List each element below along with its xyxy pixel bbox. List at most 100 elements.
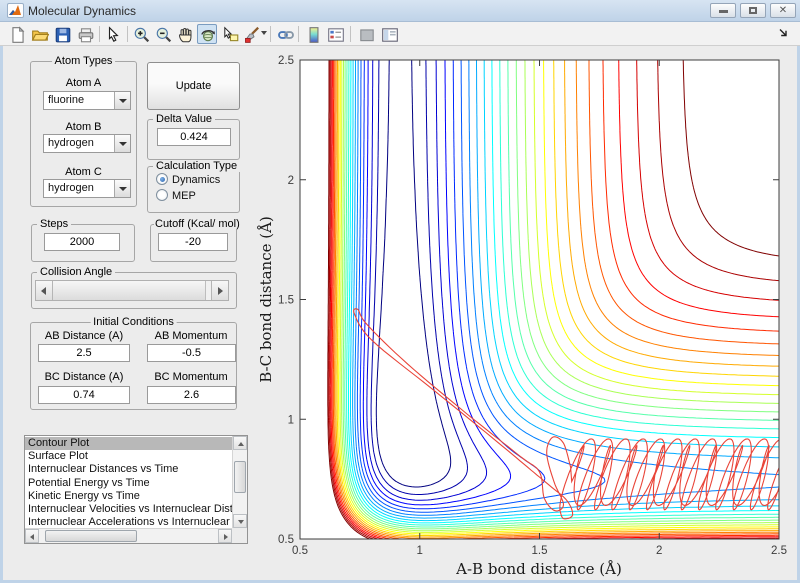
edit-plot-button[interactable] [103, 24, 123, 44]
scroll-up-icon[interactable] [233, 436, 247, 450]
toolbar-separator [298, 26, 299, 42]
close-button[interactable]: ✕ [770, 3, 796, 18]
pan-button[interactable] [175, 24, 195, 44]
dynamics-radio[interactable] [156, 173, 168, 185]
minimize-button[interactable] [710, 3, 736, 18]
window-title: Molecular Dynamics [28, 4, 137, 18]
dynamics-radio-label: Dynamics [172, 174, 221, 186]
x-tick-label: 0.5 [292, 545, 308, 557]
list-item[interactable]: Internuclear Velocities vs Internuclear … [25, 503, 232, 516]
link-plots-button[interactable] [275, 24, 295, 44]
figure-toolbar [0, 22, 800, 46]
save-icon [55, 27, 71, 43]
list-item[interactable]: Contour Plot [25, 437, 232, 451]
slider-thumb[interactable] [53, 281, 206, 300]
rotate-3d-button[interactable] [197, 24, 217, 44]
show-plot-tools-icon [382, 28, 398, 42]
chevron-down-icon[interactable] [114, 92, 130, 109]
mep-radio[interactable] [156, 189, 168, 201]
vertical-scroll-thumb[interactable] [234, 461, 246, 493]
minimize-icon [718, 10, 728, 13]
ab-momentum-field[interactable] [147, 344, 236, 362]
list-item[interactable]: Potential Energy vs Time [25, 477, 232, 490]
maximize-icon [749, 7, 757, 14]
print-icon [78, 28, 94, 43]
slider-right-arrow-icon[interactable] [211, 281, 228, 300]
zoom-in-button[interactable] [131, 24, 151, 44]
toolbar-separator [270, 26, 271, 42]
insert-colorbar-button[interactable] [303, 24, 323, 44]
scroll-left-icon[interactable] [25, 529, 39, 543]
list-item[interactable]: Surface Plot [25, 450, 232, 463]
plot-type-list: Contour Plot Surface Plot Internuclear D… [25, 437, 232, 528]
y-tick-label: 1.5 [278, 295, 294, 307]
horizontal-scrollbar[interactable] [25, 528, 232, 543]
atom-b-dropdown[interactable]: hydrogen [43, 134, 131, 153]
brush-dropdown-caret[interactable] [261, 31, 267, 35]
brush-icon [245, 26, 259, 43]
ab-momentum-label: AB Momentum [154, 330, 228, 342]
chevron-down-icon[interactable] [114, 135, 130, 152]
hide-plot-tools-button[interactable] [356, 24, 376, 44]
scrollbar-corner [232, 528, 247, 543]
pan-icon [179, 27, 192, 43]
hide-plot-tools-icon [360, 29, 374, 42]
ab-distance-field[interactable] [38, 344, 130, 362]
atom-c-value: hydrogen [48, 182, 94, 194]
rotate-3d-icon [201, 30, 215, 42]
initial-conditions-title: Initial Conditions [90, 316, 177, 328]
titlebar[interactable]: Molecular Dynamics ✕ [0, 0, 800, 22]
atom-a-label: Atom A [65, 77, 102, 89]
delta-value-title: Delta Value [153, 113, 216, 125]
steps-title: Steps [37, 218, 72, 230]
bc-distance-field[interactable] [38, 386, 130, 404]
scroll-right-icon[interactable] [218, 529, 232, 543]
vertical-scrollbar[interactable] [232, 436, 247, 528]
delta-value-field[interactable] [157, 128, 231, 146]
plot-background [300, 60, 779, 539]
update-button[interactable]: Update [147, 62, 240, 110]
atom-types-title: Atom Types [51, 55, 116, 67]
close-icon: ✕ [778, 5, 788, 16]
chevron-down-icon[interactable] [114, 180, 130, 197]
show-plot-tools-button[interactable] [379, 24, 399, 44]
zoom-out-button[interactable] [153, 24, 173, 44]
slider-left-arrow-icon[interactable] [36, 281, 53, 300]
y-tick-label: 1 [288, 414, 294, 426]
data-cursor-button[interactable] [220, 24, 240, 44]
list-item[interactable]: Kinetic Energy vs Time [25, 490, 232, 503]
legend-icon [328, 28, 344, 42]
steps-field[interactable] [44, 233, 120, 251]
cutoff-title: Cutoff (Kcal/ mol) [154, 218, 241, 230]
atom-c-dropdown[interactable]: hydrogen [43, 179, 131, 198]
new-figure-button[interactable] [7, 24, 27, 44]
x-tick-label: 2 [656, 545, 662, 557]
open-file-button[interactable] [29, 24, 49, 44]
colorbar-icon [309, 27, 319, 43]
y-tick-label: 2.5 [278, 55, 294, 67]
atom-b-label: Atom B [65, 121, 102, 133]
atom-a-dropdown[interactable]: fluorine [43, 91, 131, 110]
matlab-icon [7, 3, 24, 18]
x-axis-label: A-B bond distance (Å) [455, 560, 622, 578]
edit-plot-icon [108, 26, 119, 42]
list-item[interactable]: Internuclear Accelerations vs Internucle… [25, 516, 232, 528]
bc-momentum-field[interactable] [147, 386, 236, 404]
horizontal-scroll-thumb[interactable] [45, 530, 137, 542]
brush-button[interactable] [241, 24, 261, 44]
collision-angle-slider[interactable] [35, 280, 229, 301]
save-figure-button[interactable] [52, 24, 72, 44]
scroll-down-icon[interactable] [233, 514, 247, 528]
toolbar-separator [99, 26, 100, 42]
cutoff-field[interactable] [158, 233, 228, 251]
print-figure-button[interactable] [75, 24, 95, 44]
new-figure-icon [12, 26, 25, 43]
calculation-type-title: Calculation Type [153, 160, 241, 172]
insert-legend-button[interactable] [325, 24, 345, 44]
dock-figure-icon[interactable] [778, 27, 790, 40]
x-tick-label: 1.5 [532, 545, 548, 557]
maximize-button[interactable] [740, 3, 766, 18]
list-item[interactable]: Internuclear Distances vs Time [25, 463, 232, 476]
atom-b-value: hydrogen [48, 137, 94, 149]
atom-a-value: fluorine [48, 94, 85, 106]
